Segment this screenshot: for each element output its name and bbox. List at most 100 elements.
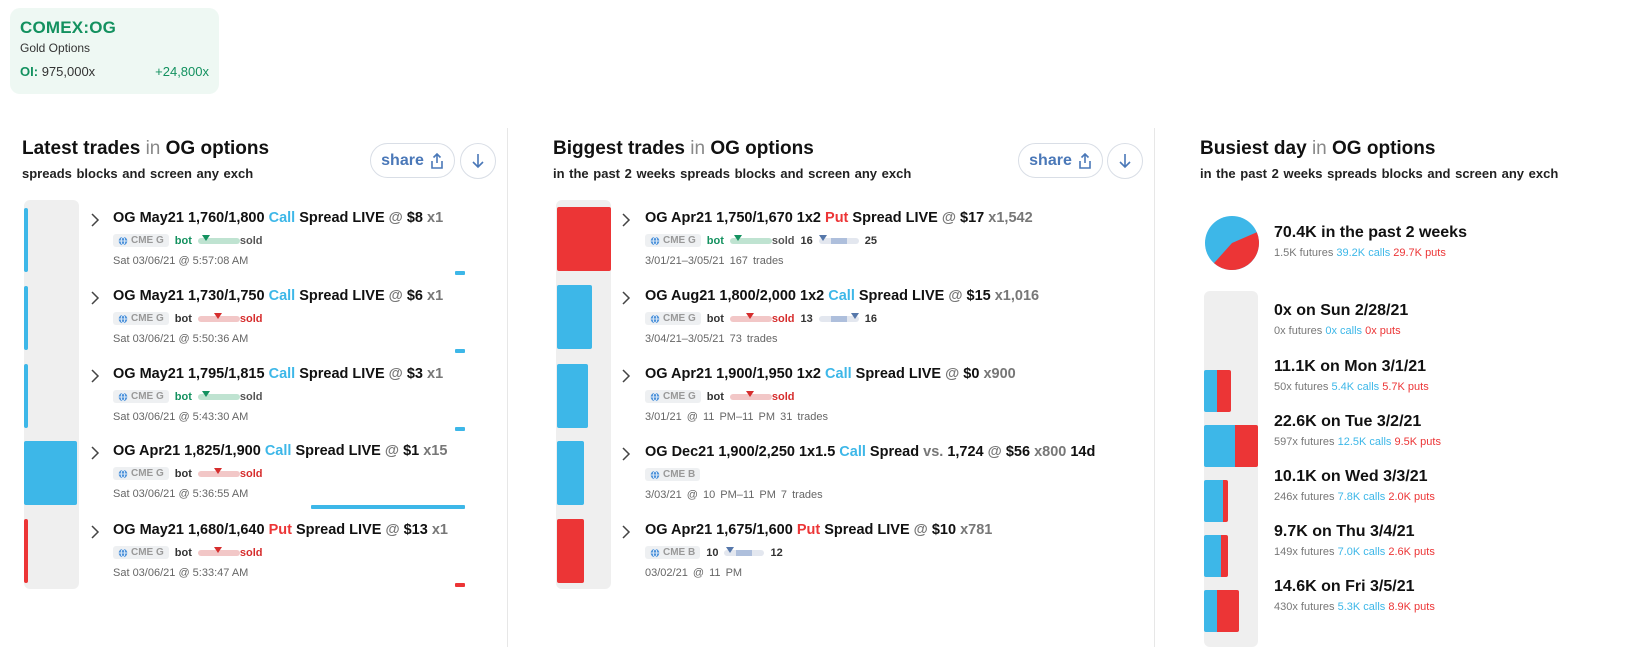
expand-chevron-icon[interactable]	[89, 368, 101, 384]
trade-size-bar	[24, 286, 28, 350]
globe-icon	[118, 547, 128, 558]
trade-size-bar	[24, 364, 28, 428]
bot-label: bot	[706, 234, 724, 247]
day-breakdown: 597x futures 12.5K calls 9.5K puts	[1274, 436, 1441, 448]
biggest-trades-panel: Biggest trades in OG options in the past…	[509, 128, 1155, 647]
sold-label: sold	[239, 467, 263, 480]
day-futures: 246x futures	[1274, 491, 1335, 503]
trade-description[interactable]: OG Apr21 1,750/1,670 1x2 Put Spread LIVE…	[645, 210, 1033, 226]
trade-contract: OG May21 1,680/1,640	[113, 522, 265, 538]
day-puts-bar	[1234, 425, 1258, 467]
day-breakdown: 0x futures 0x calls 0x puts	[1274, 325, 1401, 337]
trade-quantity: x900	[983, 366, 1016, 382]
trade-meta: CME G bot sold	[113, 234, 263, 247]
bot-sold-marker	[733, 234, 742, 241]
exchange-label: CME G	[663, 313, 696, 324]
sold-label: sold	[239, 546, 263, 559]
download-button[interactable]	[1107, 143, 1143, 179]
exchange-badge: CME G	[645, 234, 701, 247]
day-title: 11.1K on Mon 3/1/21	[1274, 358, 1427, 375]
trade-size-bar	[557, 441, 584, 505]
panel-title-subject[interactable]: OG options	[710, 138, 813, 159]
panel-title-subject[interactable]: OG options	[1332, 138, 1435, 159]
trade-price: $13	[403, 522, 428, 538]
count-indicator	[818, 234, 859, 244]
expand-chevron-icon[interactable]	[620, 212, 632, 228]
trade-description[interactable]: OG Apr21 1,825/1,900 Call Spread LIVE @ …	[113, 443, 447, 459]
ticker-name: Gold Options	[20, 41, 91, 55]
trade-description[interactable]: OG Aug21 1,800/2,000 1x2 Call Spread LIV…	[645, 288, 1039, 304]
trade-contract: OG May21 1,730/1,750	[113, 288, 265, 304]
trade-at: @	[987, 444, 1002, 460]
share-button[interactable]: share	[370, 143, 455, 178]
trade-at: @	[388, 288, 403, 304]
day-futures: 597x futures	[1274, 436, 1335, 448]
trade-description[interactable]: OG May21 1,795/1,815 Call Spread LIVE @ …	[113, 366, 443, 382]
trade-kind: Call	[268, 366, 296, 382]
expand-chevron-icon[interactable]	[89, 524, 101, 540]
expand-chevron-icon[interactable]	[89, 290, 101, 306]
trade-description[interactable]: OG May21 1,730/1,750 Call Spread LIVE @ …	[113, 288, 443, 304]
trade-quantity: x1	[427, 210, 444, 226]
trade-structure: Spread LIVE	[852, 210, 938, 226]
bot-sold-indicator	[197, 467, 240, 477]
sold-label: sold	[239, 390, 263, 403]
expand-chevron-icon[interactable]	[89, 212, 101, 228]
trade-price: $1	[403, 443, 420, 459]
trade-meta: CME G bot sold	[645, 390, 795, 403]
trade-price: $0	[963, 366, 980, 382]
trade-at: @	[385, 522, 400, 538]
day-puts: 0x puts	[1365, 325, 1401, 337]
trade-description[interactable]: OG May21 1,680/1,640 Put Spread LIVE @ $…	[113, 522, 448, 538]
trade-date-range: 3/04/21–3/05/21 73 trades	[645, 333, 778, 345]
trade-kind: Put	[268, 522, 292, 538]
trade-meta: CME G bot sold 13 16	[645, 312, 877, 325]
share-button[interactable]: share	[1018, 143, 1103, 178]
bot-sold-indicator	[729, 390, 772, 400]
count-indicator	[818, 312, 859, 322]
globe-icon	[650, 469, 660, 480]
day-calls-bar	[1204, 480, 1224, 522]
day-title: 0x on Sun 2/28/21	[1274, 302, 1409, 319]
trade-vs: vs.	[923, 444, 944, 460]
trade-description[interactable]: OG Apr21 1,675/1,600 Put Spread LIVE @ $…	[645, 522, 992, 538]
panel-subtitle[interactable]: in the past 2 weeks spreads blocks and s…	[553, 166, 911, 181]
bot-sold-marker	[745, 312, 754, 319]
expand-chevron-icon[interactable]	[620, 524, 632, 540]
panel-subtitle[interactable]: in the past 2 weeks spreads blocks and s…	[1200, 166, 1558, 181]
expand-chevron-icon[interactable]	[620, 446, 632, 462]
panel-subtitle[interactable]: spreads blocks and screen any exch	[22, 166, 253, 181]
globe-icon	[650, 547, 660, 558]
trade-size-bar	[557, 207, 611, 271]
expand-chevron-icon[interactable]	[89, 445, 101, 461]
panel-title: Biggest trades in OG options	[553, 138, 814, 160]
trade-description[interactable]: OG May21 1,760/1,800 Call Spread LIVE @ …	[113, 210, 443, 226]
sold-label: sold	[771, 390, 795, 403]
globe-icon	[650, 313, 660, 324]
sold-label: sold	[239, 312, 263, 325]
trade-kind: Call	[839, 444, 866, 460]
day-title: 9.7K on Thu 3/4/21	[1274, 523, 1415, 540]
trade-kind: Put	[796, 522, 821, 538]
trade-contract: OG May21 1,760/1,800	[113, 210, 265, 226]
trade-date-range: 03/02/21 @ 11 PM	[645, 567, 743, 579]
trade-description[interactable]: OG Dec21 1,900/2,250 1x1.5 Call Spread v…	[645, 444, 1095, 460]
ticker-symbol[interactable]: COMEX:OG	[20, 18, 209, 38]
download-button[interactable]	[460, 143, 496, 179]
expand-chevron-icon[interactable]	[620, 290, 632, 306]
trade-volume-bar	[455, 427, 465, 431]
panel-title-in: in	[145, 138, 161, 159]
trade-meta: CME G bot sold	[113, 546, 263, 559]
trade-price: $8	[406, 210, 423, 226]
trade-volume-bar	[455, 349, 465, 353]
globe-icon	[650, 235, 660, 246]
trade-size-bar	[24, 208, 28, 272]
trade-meta: CME G bot sold 16 25	[645, 234, 877, 247]
day-futures: 430x futures	[1274, 601, 1335, 613]
trade-description[interactable]: OG Apr21 1,900/1,950 1x2 Call Spread LIV…	[645, 366, 1016, 382]
expand-chevron-icon[interactable]	[620, 368, 632, 384]
trade-quantity: x15	[423, 443, 448, 459]
trade-meta: CME G bot sold	[113, 467, 263, 480]
panel-title-subject[interactable]: OG options	[166, 138, 269, 159]
ticker-card[interactable]: COMEX:OG Gold Options OI: 975,000x +24,8…	[10, 8, 219, 94]
